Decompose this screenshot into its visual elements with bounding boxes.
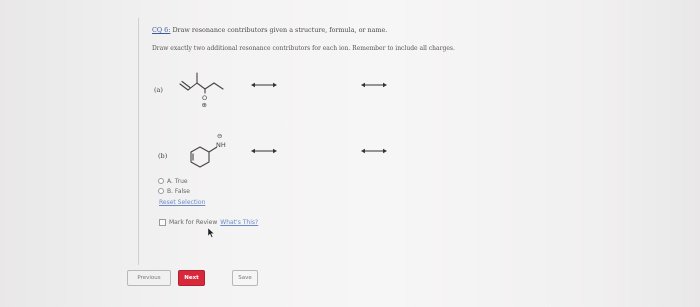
question-instruction: Draw exactly two additional resonance co…: [152, 45, 455, 52]
resonance-arrow-a2: [361, 82, 387, 88]
mark-for-review-label[interactable]: Mark for Review: [169, 219, 217, 226]
positive-charge-icon: ⊕: [202, 101, 207, 108]
whats-this-link[interactable]: What's This?: [220, 219, 258, 226]
part-b-label: (b): [158, 152, 168, 160]
save-button[interactable]: Save: [232, 270, 258, 286]
answer-options: A. True B. False: [158, 176, 190, 196]
mark-for-review-checkbox[interactable]: [159, 219, 166, 226]
resonance-arrow-b2: [361, 148, 387, 154]
option-true-label[interactable]: A. True: [167, 178, 188, 185]
part-a-label: (a): [154, 86, 163, 94]
mark-for-review[interactable]: Mark for Review What's This?: [159, 219, 258, 226]
option-false[interactable]: B. False: [158, 186, 190, 196]
negative-charge-icon: ⊖: [217, 132, 222, 140]
option-true[interactable]: A. True: [158, 176, 190, 186]
previous-button[interactable]: Previous: [127, 270, 171, 286]
option-false-label[interactable]: B. False: [167, 188, 190, 195]
molecule-b-structure: ⊖ NH: [190, 132, 226, 168]
resonance-arrow-a1: [251, 82, 277, 88]
option-false-radio[interactable]: [158, 188, 164, 194]
question-page: CQ 6: Draw resonance contributors given …: [0, 0, 700, 307]
question-header: CQ 6: Draw resonance contributors given …: [152, 26, 387, 34]
question-title: Draw resonance contributors given a stru…: [172, 26, 388, 34]
question-id[interactable]: CQ 6:: [152, 26, 170, 34]
option-true-radio[interactable]: [158, 178, 164, 184]
mouse-pointer-icon: [208, 228, 215, 238]
nitrogen-group-label: NH: [216, 141, 226, 149]
next-button[interactable]: Next: [178, 270, 205, 286]
resonance-arrow-b1: [251, 148, 277, 154]
content-divider: [138, 18, 139, 265]
reset-selection-link[interactable]: Reset Selection: [159, 199, 205, 206]
molecule-a-structure: O ⊕: [179, 72, 224, 108]
